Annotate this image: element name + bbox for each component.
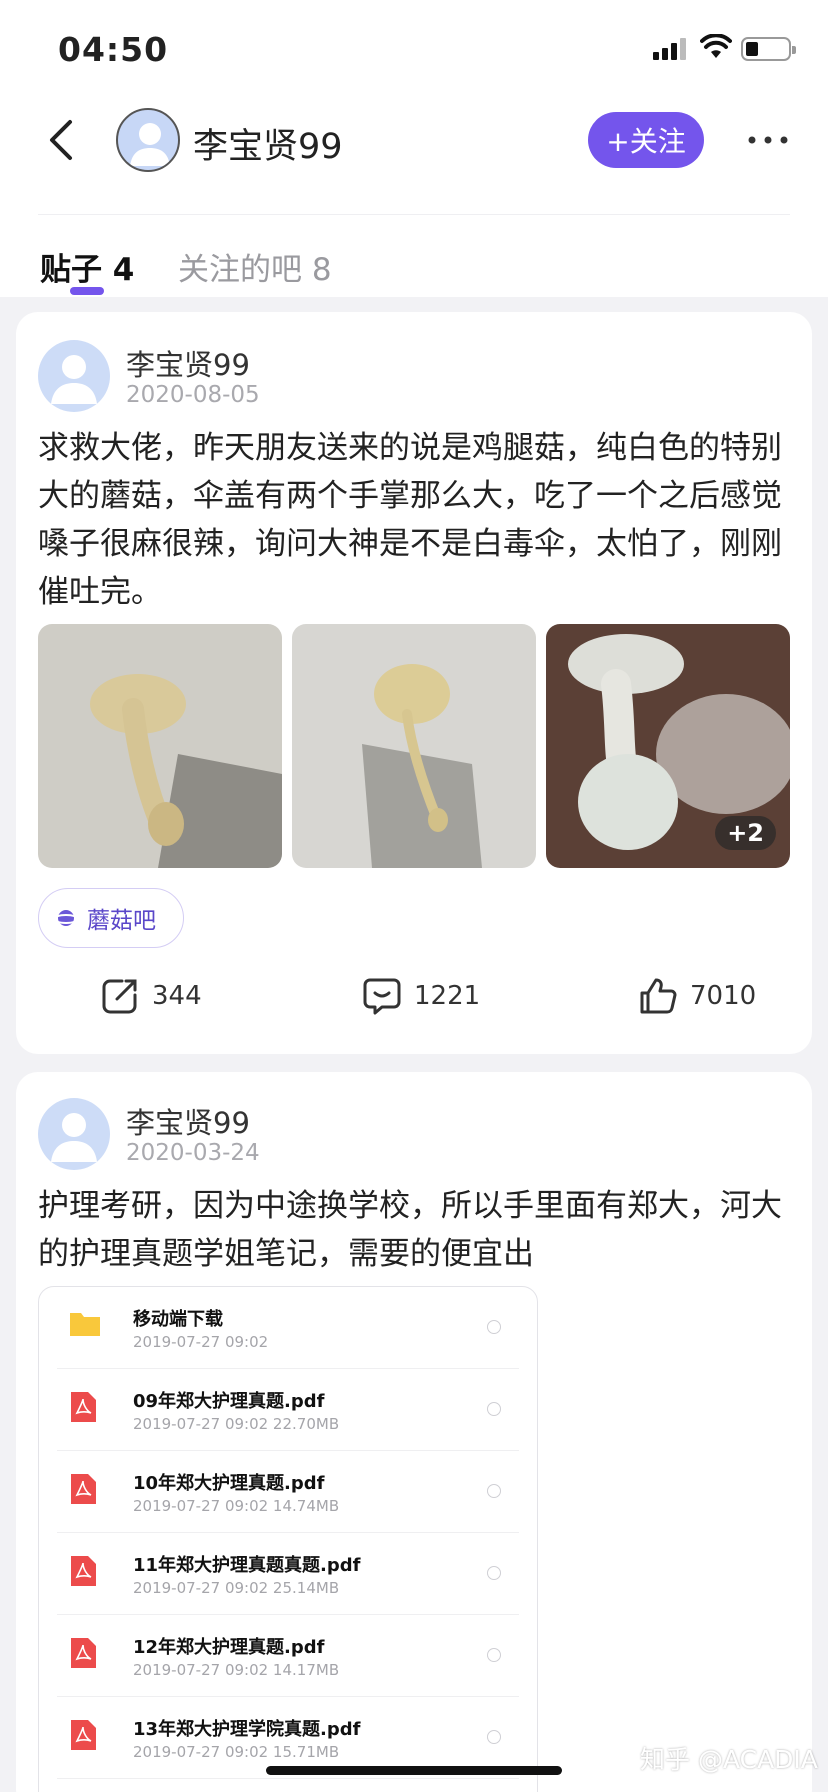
tab-followed-bars[interactable]: 关注的吧 8 (178, 244, 332, 289)
profile-username: 李宝贤99 (193, 127, 343, 167)
pdf-icon (71, 1392, 96, 1422)
file-select-radio[interactable] (487, 1566, 501, 1580)
post-date: 2020-08-05 (126, 382, 260, 408)
file-meta: 2019-07-27 09:02 (133, 1333, 269, 1351)
file-select-radio[interactable] (487, 1730, 501, 1744)
file-meta: 2019-07-27 09:02 15.71MB (133, 1743, 340, 1761)
file-name: 09年郑大护理真题.pdf (133, 1391, 325, 1412)
file-name: 10年郑大护理真题.pdf (133, 1473, 325, 1494)
tab-posts[interactable]: 贴子 4 (40, 244, 134, 289)
file-meta: 2019-07-27 09:02 25.14MB (133, 1579, 340, 1597)
pdf-icon (71, 1474, 96, 1504)
post-text[interactable]: 护理考研，因为中途换学校，所以手里面有郑大，河大的护理真题学姐笔记，需要的便宜出 (38, 1182, 798, 1278)
home-indicator[interactable] (266, 1766, 562, 1775)
battery-icon (741, 37, 796, 61)
file-row[interactable]: 10年郑大护理真题.pdf 2019-07-27 09:02 14.74MB (57, 1451, 519, 1533)
signal-icon (653, 38, 689, 60)
file-name: 12年郑大护理真题.pdf (133, 1637, 325, 1658)
header-avatar[interactable] (116, 108, 180, 172)
bar-tag-label: 蘑菇吧 (87, 908, 156, 934)
file-select-radio[interactable] (487, 1402, 501, 1416)
post-image[interactable] (292, 624, 536, 868)
post-card[interactable]: 李宝贤99 2020-03-24 护理考研，因为中途换学校，所以手里面有郑大，河… (16, 1072, 812, 1792)
wifi-icon (700, 34, 732, 58)
header-divider (38, 214, 790, 215)
comment-button[interactable]: 1221 (362, 976, 480, 1016)
post-text[interactable]: 求救大佬，昨天朋友送来的说是鸡腿菇，纯白色的特别大的蘑菇，伞盖有两个手掌那么大，… (38, 424, 798, 616)
avatar-placeholder-icon (51, 355, 97, 404)
file-meta: 2019-07-27 09:02 22.70MB (133, 1415, 340, 1433)
post-card[interactable]: 李宝贤99 2020-08-05 求救大佬，昨天朋友送来的说是鸡腿菇，纯白色的特… (16, 312, 812, 1054)
file-row[interactable]: 11年郑大护理真题真题.pdf 2019-07-27 09:02 25.14MB (57, 1533, 519, 1615)
post-author[interactable]: 李宝贤99 (126, 1100, 250, 1142)
pdf-icon (71, 1638, 96, 1668)
file-row[interactable]: 移动端下载 2019-07-27 09:02 (57, 1287, 519, 1369)
more-images-badge[interactable]: +2 (715, 816, 776, 850)
file-list-image[interactable]: 移动端下载 2019-07-27 09:02 09年郑大护理真题.pdf 201… (38, 1286, 538, 1792)
profile-header: 04:50 李宝贤99 +关注 贴子 4 关注的吧 8 (0, 0, 828, 297)
avatar-placeholder-icon (51, 1113, 97, 1162)
file-name: 11年郑大护理真题真题.pdf (133, 1555, 361, 1576)
file-select-radio[interactable] (487, 1648, 501, 1662)
watermark: 知乎 @ACADIA (640, 1745, 818, 1774)
status-bar: 04:50 (0, 0, 828, 98)
file-meta: 2019-07-27 09:02 14.17MB (133, 1661, 340, 1679)
comment-icon (363, 978, 401, 1015)
bar-tag[interactable]: 蘑菇吧 (38, 888, 184, 948)
thumbs-up-icon (640, 978, 677, 1014)
avatar-placeholder-icon (130, 123, 170, 166)
file-row[interactable]: 12年郑大护理真题.pdf 2019-07-27 09:02 14.17MB (57, 1615, 519, 1697)
post-image[interactable] (38, 624, 282, 868)
folder-icon (70, 1313, 100, 1336)
planet-icon (53, 910, 79, 926)
tab-indicator (70, 287, 104, 295)
file-meta: 2019-07-27 09:02 14.74MB (133, 1497, 340, 1515)
pdf-icon (71, 1556, 96, 1586)
share-button[interactable]: 344 (100, 976, 202, 1016)
file-name: 移动端下载 (133, 1309, 223, 1330)
pdf-icon (71, 1720, 96, 1750)
post-author[interactable]: 李宝贤99 (126, 342, 250, 384)
like-count: 7010 (690, 981, 757, 1011)
more-icon[interactable] (744, 125, 792, 155)
comment-count: 1221 (414, 981, 481, 1011)
share-icon (102, 979, 137, 1014)
back-icon[interactable] (44, 118, 80, 162)
like-button[interactable]: 7010 (638, 976, 756, 1016)
author-avatar[interactable] (38, 340, 110, 412)
file-row[interactable]: 09年郑大护理真题.pdf 2019-07-27 09:02 22.70MB (57, 1369, 519, 1451)
share-count: 344 (152, 981, 202, 1011)
post-date: 2020-03-24 (126, 1140, 260, 1166)
file-name: 13年郑大护理学院真题.pdf (133, 1719, 361, 1740)
post-image[interactable]: +2 (546, 624, 790, 868)
file-select-radio[interactable] (487, 1320, 501, 1334)
file-select-radio[interactable] (487, 1484, 501, 1498)
follow-button[interactable]: +关注 (588, 112, 704, 168)
status-time: 04:50 (58, 30, 169, 69)
author-avatar[interactable] (38, 1098, 110, 1170)
